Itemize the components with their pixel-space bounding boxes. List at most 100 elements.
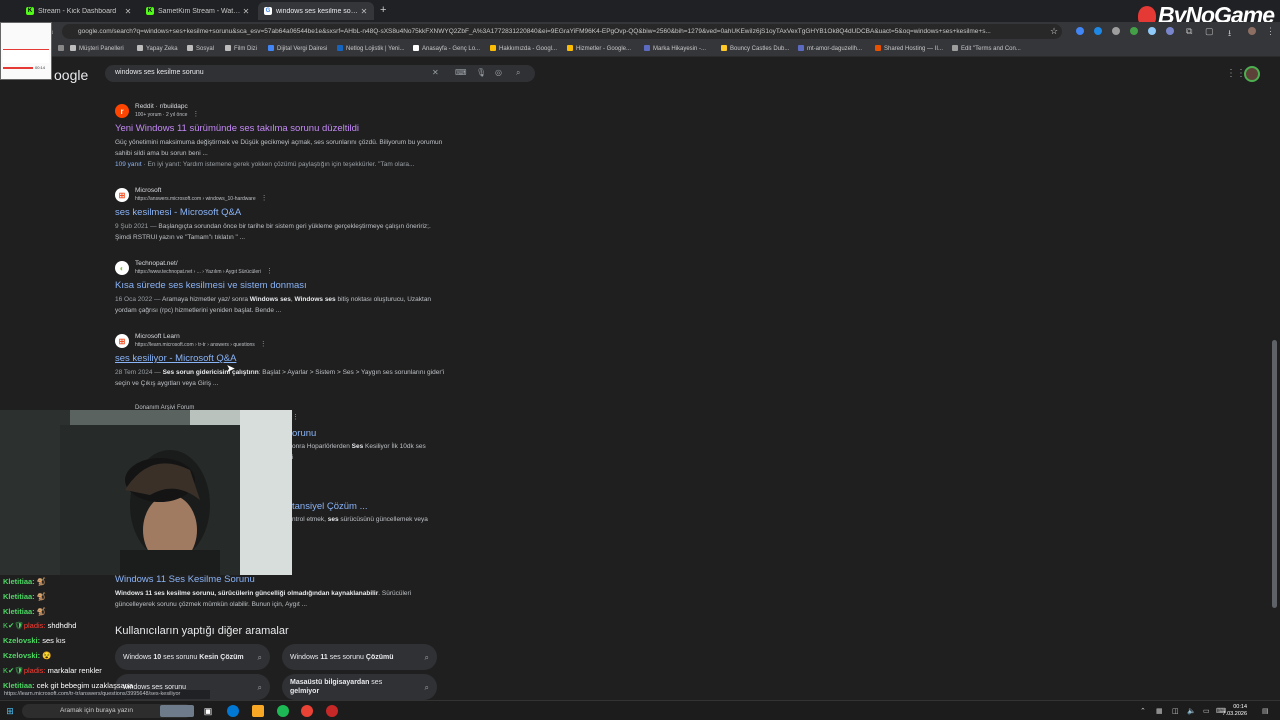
google-logo[interactable]: oogle xyxy=(54,67,88,83)
result-title-link[interactable]: ses kesiliyor - Microsoft Q&A xyxy=(115,353,445,364)
lens-icon[interactable]: ◎ xyxy=(495,68,502,77)
result-note: 109 yanıt · En iyi yanıt: Yardım istemen… xyxy=(115,161,415,168)
extension-icon[interactable] xyxy=(1076,27,1084,35)
site-name: Microsoft xyxy=(135,187,162,194)
close-tab-icon[interactable]: ✕ xyxy=(360,7,368,16)
windows-start-icon[interactable]: ⊞ xyxy=(4,705,16,717)
more-options-icon[interactable]: ⋮ xyxy=(292,413,299,421)
bookmark-item[interactable]: Shared Hosting — II... xyxy=(875,45,943,52)
search-result: ◐ Technopat.net/ https://www.technopat.n… xyxy=(115,260,445,316)
technopat-icon: ◐ xyxy=(115,261,129,275)
bookmark-item[interactable]: Marka Hikayesin -... xyxy=(644,45,706,52)
menu-kebab-icon[interactable]: ⋮ xyxy=(1266,26,1275,37)
result-source[interactable]: ⊞ Microsoft https://answers.microsoft.co… xyxy=(115,187,445,203)
result-source[interactable]: ⊞ Microsoft Learn https://learn.microsof… xyxy=(115,333,445,349)
extension-icon[interactable] xyxy=(1094,27,1102,35)
bookmark-item[interactable]: Bouncy Castles Dub... xyxy=(721,45,789,52)
bookmark-item[interactable]: Yapay Zeka xyxy=(137,45,178,52)
result-snippet: Windows 11 ses kesilme sorunu, sürücüler… xyxy=(115,590,412,608)
bookmark-item[interactable]: Hakkımızda - Googl... xyxy=(490,45,557,52)
widget-icon[interactable] xyxy=(160,705,194,717)
result-title-link[interactable]: ses kesilmesi - Microsoft Q&A xyxy=(115,207,445,218)
bookmark-item[interactable]: Anasayfa - Genç Lo... xyxy=(413,45,480,52)
search-icon: ⌕ xyxy=(257,683,262,692)
account-avatar[interactable] xyxy=(1244,66,1260,82)
bookmark-item[interactable]: Hizmetler - Google... xyxy=(567,45,631,52)
url-field[interactable]: google.com/search?q=windows+ses+kesilme+… xyxy=(62,24,1062,39)
tab-kick-stream[interactable]: K SametKim Stream - Watch Live ✕ xyxy=(140,2,256,20)
kick-icon: K xyxy=(146,7,154,15)
bookmark-item[interactable]: Müşteri Panelleri xyxy=(70,45,124,52)
sidepanel-icon[interactable]: ▢ xyxy=(1205,26,1214,37)
bookmark-item[interactable]: Netlog Lojistik | Yeni... xyxy=(337,45,405,52)
more-options-icon[interactable]: ⋮ xyxy=(266,268,273,275)
new-tab-button[interactable]: + xyxy=(380,4,386,16)
download-icon[interactable]: ⭳ xyxy=(1228,26,1231,42)
extensions-puzzle-icon[interactable]: ⧉ xyxy=(1186,26,1192,37)
profile-avatar-icon[interactable] xyxy=(1248,27,1256,35)
extension-icon[interactable] xyxy=(1148,27,1156,35)
search-box[interactable]: windows ses kesilme sorunu ✕ ⌨ 🎙 ◎ ⌕ xyxy=(105,65,535,82)
related-searches-heading: Kullanıcıların yaptığı diğer aramalar xyxy=(115,625,289,637)
obs-icon[interactable] xyxy=(326,705,338,717)
site-name: Technopat.net/ xyxy=(135,260,178,267)
tray-arrow-icon[interactable]: ⌃ xyxy=(1140,707,1146,715)
result-title-link[interactable]: Windows 11 Ses Kesilme Sorunu xyxy=(115,574,255,585)
microsoft-learn-icon: ⊞ xyxy=(115,334,129,348)
volume-icon[interactable]: 🔈 xyxy=(1187,707,1196,715)
result-title-link[interactable]: tansiyel Çözüm ... xyxy=(292,501,368,512)
search-icon[interactable]: ⌕ xyxy=(516,68,520,78)
network-icon[interactable]: ◫ xyxy=(1172,707,1179,715)
apps-grid-icon[interactable]: ⋮⋮ xyxy=(1226,68,1246,79)
keyboard-icon[interactable]: ⌨ xyxy=(455,68,467,77)
stream-chat-overlay: Kletitiaa: 🐒 Kletitiaa: 🐒 Kletitiaa: 🐒 K… xyxy=(3,575,133,693)
tray-app-icon[interactable]: ▦ xyxy=(1156,707,1163,715)
close-tab-icon[interactable]: ✕ xyxy=(124,7,132,16)
bookmark-item[interactable]: Edit "Terms and Con... xyxy=(952,45,1021,52)
bookmark-item[interactable]: Sosyal xyxy=(187,45,214,52)
system-clock[interactable]: 00:14 7.03.2026 xyxy=(1223,704,1247,718)
search-icon: ⌕ xyxy=(424,653,429,662)
more-options-icon[interactable]: ⋮ xyxy=(192,111,199,118)
tab-kick-dashboard[interactable]: K Stream - Kick Dashboard ✕ xyxy=(20,2,138,20)
replies-link[interactable]: 109 yanıt xyxy=(115,161,142,168)
more-options-icon[interactable]: ⋮ xyxy=(261,195,268,202)
related-search-chip[interactable]: Masaüstü bilgisayardan ses gelmiyor ⌕ xyxy=(282,674,437,700)
search-icon: ⌕ xyxy=(424,683,429,692)
extension-icon[interactable] xyxy=(1166,27,1174,35)
result-title-link[interactable]: orunu xyxy=(292,428,316,439)
result-snippet: Güç yönetimini maksimuma değiştirmek ve … xyxy=(115,139,443,157)
bookmark-item[interactable]: Dijital Vergi Dairesi xyxy=(268,45,327,52)
mouse-cursor-icon: ➤ xyxy=(226,363,236,375)
result-source[interactable]: r Reddit · r/buildapc 100+ yorum · 2 yıl… xyxy=(115,103,445,119)
task-view-icon[interactable]: ▣ xyxy=(202,705,214,717)
battery-icon[interactable]: ▭ xyxy=(1203,707,1210,715)
more-options-icon[interactable]: ⋮ xyxy=(260,341,267,348)
edge-icon[interactable] xyxy=(227,705,239,717)
notification-icon[interactable]: ▤ xyxy=(1262,707,1269,715)
extension-icon[interactable] xyxy=(1112,27,1120,35)
spotify-icon[interactable] xyxy=(277,705,289,717)
bookmark-apps[interactable] xyxy=(58,45,67,52)
tab-google-search[interactable]: G windows ses kesilme sorunu - G ✕ xyxy=(258,2,374,20)
result-title-link[interactable]: Kısa sürede ses kesilmesi ve sistem donm… xyxy=(115,280,445,291)
streamer-webcam-image xyxy=(0,410,292,575)
clear-icon[interactable]: ✕ xyxy=(432,68,439,77)
mic-icon[interactable]: 🎙 xyxy=(476,68,486,77)
bookmark-star-icon[interactable]: ☆ xyxy=(1050,26,1058,37)
close-tab-icon[interactable]: ✕ xyxy=(242,7,250,16)
chat-message: K✔🛡pladis: shdhdhd xyxy=(3,621,77,631)
bookmark-item[interactable]: mt-amor-daguzellh... xyxy=(798,45,862,52)
search-input[interactable]: windows ses kesilme sorunu xyxy=(115,69,204,76)
related-search-chip[interactable]: Windows 11 ses sorunu Çözümü ⌕ xyxy=(282,644,437,670)
result-source[interactable]: ◐ Technopat.net/ https://www.technopat.n… xyxy=(115,260,445,276)
related-search-chip[interactable]: Windows 10 ses sorunu Kesin Çözüm ⌕ xyxy=(115,644,270,670)
chrome-icon[interactable] xyxy=(301,705,313,717)
shield-extension-icon[interactable] xyxy=(1130,27,1138,35)
browser-tab-bar: K Stream - Kick Dashboard ✕ K SametKim S… xyxy=(0,0,1280,28)
bookmark-item[interactable]: Film Dizi xyxy=(225,45,257,52)
file-explorer-icon[interactable] xyxy=(252,705,264,717)
scrollbar[interactable] xyxy=(1272,340,1277,608)
chat-message: Kletitiaa: 🐒 xyxy=(3,606,47,616)
result-title-link[interactable]: Yeni Windows 11 sürümünde ses takılma so… xyxy=(115,123,445,134)
